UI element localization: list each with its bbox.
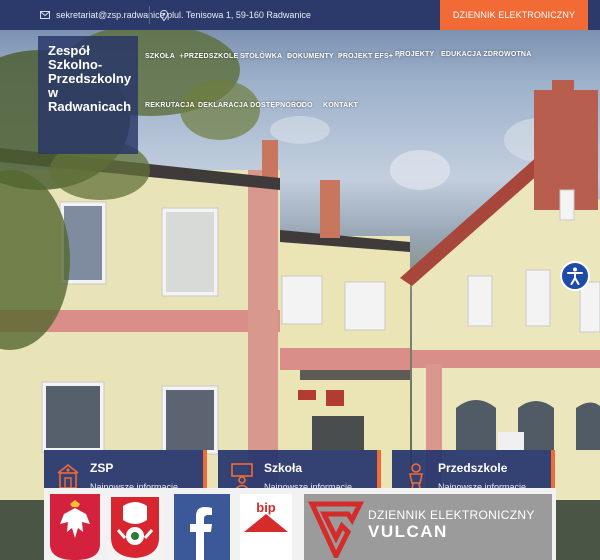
teacher-board-icon bbox=[231, 463, 253, 491]
topbar-divider bbox=[149, 6, 150, 24]
logo-line-3: Przedszkolny bbox=[48, 71, 132, 86]
nav-item-edukacja-zdrowotna[interactable]: EDUKACJA ZDROWOTNA bbox=[441, 51, 531, 58]
logo-line-4: w bbox=[48, 85, 59, 100]
nav-item-projekt-efs[interactable]: PROJEKT EFS+ + bbox=[338, 51, 403, 61]
electronic-diary-button[interactable]: DZIENNIK ELEKTRONICZNY bbox=[440, 0, 588, 30]
map-pin-icon bbox=[160, 9, 168, 21]
nav-item-przedszkole[interactable]: PRZEDSZKOLE + bbox=[184, 51, 248, 61]
card-title: ZSP bbox=[90, 461, 114, 475]
bip-label: bip bbox=[256, 500, 276, 515]
child-icon bbox=[409, 463, 423, 491]
nav-item-kontakt[interactable]: KONTAKT bbox=[323, 102, 358, 109]
vulcan-diary-banner[interactable]: DZIENNIK ELEKTRONICZNY VULCAN bbox=[304, 494, 552, 560]
school-building-icon bbox=[57, 463, 79, 489]
top-bar: sekretariat@zsp.radwanice.pl ul. Tenisow… bbox=[0, 0, 600, 30]
partner-banner-strip: bip DZIENNIK ELEKTRONICZNY VULCAN bbox=[44, 488, 556, 560]
mail-icon bbox=[40, 11, 50, 19]
hero-section: Zespół Szkolno- Przedszkolny w Radwanica… bbox=[0, 30, 600, 560]
nav-item-rodo[interactable]: RODO bbox=[291, 102, 313, 109]
address-text: ul. Tenisowa 1, 59-160 Radwanice bbox=[174, 10, 311, 20]
nav-item-projekty[interactable]: PROJEKTY bbox=[395, 51, 434, 58]
nav-item-dokumenty[interactable]: DOKUMENTY + bbox=[287, 51, 343, 61]
vulcan-logo-icon bbox=[308, 501, 364, 558]
email-link[interactable]: sekretariat@zsp.radwanice.pl bbox=[40, 0, 174, 30]
card-title: Szkoła bbox=[264, 461, 303, 475]
accessibility-button[interactable] bbox=[560, 261, 590, 291]
nav-item-szkola[interactable]: SZKOŁA + bbox=[145, 51, 184, 61]
vulcan-line-2: VULCAN bbox=[368, 522, 448, 541]
logo-line-5: Radwanicach bbox=[48, 99, 132, 114]
logo-line-1: Zespół bbox=[48, 43, 90, 58]
vulcan-line-1: DZIENNIK ELEKTRONICZNY bbox=[368, 508, 535, 522]
accessibility-icon bbox=[567, 267, 583, 285]
nav-item-rekrutacja[interactable]: REKRUTACJA bbox=[145, 102, 195, 109]
municipality-coat-of-arms-icon[interactable] bbox=[108, 494, 162, 560]
logo-line-2: Szkolno- bbox=[48, 57, 103, 72]
nav-item-stolowka[interactable]: STOŁÓWKA + bbox=[240, 51, 292, 61]
address: ul. Tenisowa 1, 59-160 Radwanice bbox=[160, 0, 311, 30]
email-text: sekretariat@zsp.radwanice.pl bbox=[56, 10, 175, 20]
card-title: Przedszkole bbox=[438, 461, 508, 475]
nav-item-deklaracja-dostepnosci[interactable]: DEKLARACJA DOSTĘPNOŚCI bbox=[198, 102, 303, 109]
facebook-icon[interactable] bbox=[174, 494, 230, 560]
polish-emblem-icon[interactable] bbox=[50, 494, 100, 560]
school-logo[interactable]: Zespół Szkolno- Przedszkolny w Radwanica… bbox=[38, 36, 138, 154]
bip-logo-icon bbox=[244, 514, 288, 532]
bip-banner[interactable]: bip bbox=[240, 494, 292, 560]
